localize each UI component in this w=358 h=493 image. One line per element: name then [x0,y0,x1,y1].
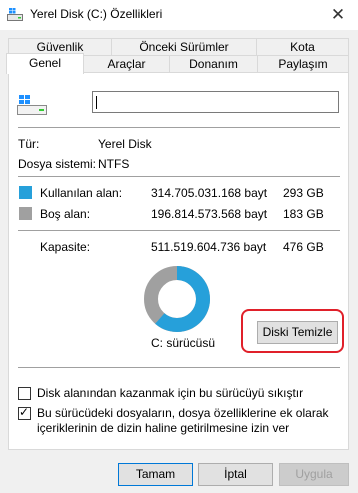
used-bytes: 314.705.031.168 bayt [151,186,268,200]
checkmark-icon: ✓ [19,405,30,419]
tab-genel[interactable]: Genel [6,53,84,74]
tab-donanim[interactable]: Donanım [169,55,258,73]
compress-checkbox[interactable] [18,387,31,400]
disk-usage-donut [144,266,210,332]
cancel-button[interactable]: İptal [198,463,273,486]
capacity-bytes: 511.519.604.736 bayt [151,240,267,254]
index-label-line1: Bu sürücüdeki dosyaların, dosya özellikl… [37,406,329,420]
text-caret [96,96,97,109]
divider-3 [18,230,340,231]
title-bar: Yerel Disk (C:) Özellikleri ✕ [0,0,358,30]
window-title: Yerel Disk (C:) Özellikleri [30,7,163,21]
tab-onceki-surumler[interactable]: Önceki Sürümler [111,38,257,56]
capacity-label: Kapasite: [40,240,91,254]
divider-4 [18,367,340,368]
fs-label: Dosya sistemi: [18,157,97,171]
type-value: Yerel Disk [98,137,152,151]
used-label: Kullanılan alan: [40,186,123,200]
index-label-line2: içeriklerinin de dizin haline getirilmes… [37,421,290,435]
disk-cleanup-button[interactable]: Diski Temizle [257,321,338,344]
capacity-gb: 476 GB [283,240,324,254]
used-space-swatch [19,186,32,199]
type-label: Tür: [18,137,40,151]
tab-paylasim[interactable]: Paylaşım [257,55,349,73]
tab-kota[interactable]: Kota [256,38,349,56]
divider-1 [18,127,340,128]
fs-value: NTFS [98,157,130,171]
index-checkbox[interactable]: ✓ [18,405,31,420]
drive-icon [7,7,23,26]
drive-caption: C: sürücüsü [151,336,216,350]
ok-button[interactable]: Tamam [118,463,193,486]
divider-2 [18,176,340,177]
drive-name-input[interactable] [92,91,339,113]
apply-button[interactable]: Uygula [279,463,349,486]
free-bytes: 196.814.573.568 bayt [151,207,268,221]
close-button[interactable]: ✕ [318,0,358,30]
free-gb: 183 GB [283,207,324,221]
compress-label: Disk alanından kazanmak için bu sürücüyü… [37,386,304,400]
free-label: Boş alan: [40,207,91,221]
used-gb: 293 GB [283,186,324,200]
drive-large-icon [17,94,47,119]
free-space-swatch [19,207,32,220]
tab-arac[interactable]: Araçlar [83,55,170,73]
